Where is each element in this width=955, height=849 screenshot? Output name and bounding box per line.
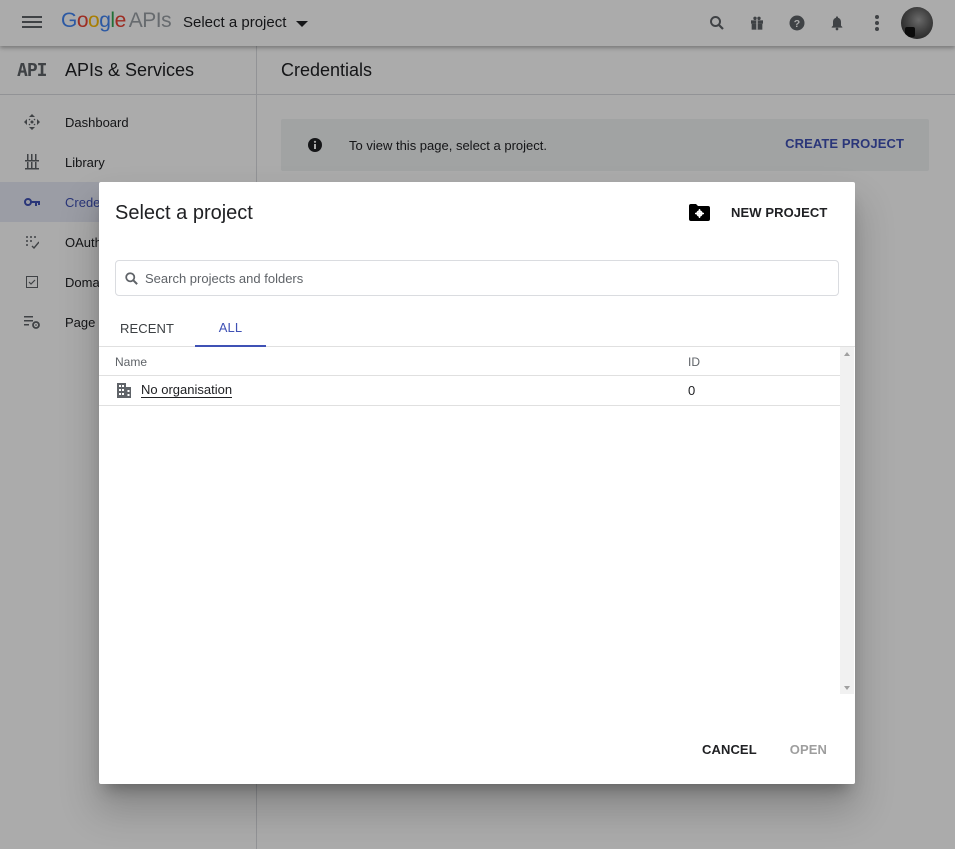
new-project-label: NEW PROJECT [731,205,828,220]
search-icon [125,271,138,285]
cancel-button[interactable]: CANCEL [702,742,757,757]
scroll-up-arrow-icon[interactable] [844,352,850,356]
projects-table: Name ID No organisation 0 [99,347,855,694]
new-folder-settings-icon [689,204,710,221]
search-field[interactable] [115,260,839,296]
tab-all[interactable]: ALL [195,309,266,347]
scroll-down-arrow-icon[interactable] [844,686,850,690]
column-header-name[interactable]: Name [115,355,147,369]
organization-icon [117,383,131,398]
new-project-button[interactable]: NEW PROJECT [689,204,827,221]
dialog-title: Select a project [115,202,253,224]
column-header-id[interactable]: ID [688,355,700,369]
tab-recent[interactable]: RECENT [115,309,179,347]
row-name-link[interactable]: No organisation [141,383,233,398]
dialog-actions: CANCEL OPEN [702,742,827,757]
scrollbar[interactable] [840,347,854,694]
open-button[interactable]: OPEN [790,742,827,757]
select-project-dialog: Select a project NEW PROJECT RECENT ALL … [99,182,855,784]
table-header: Name ID [99,347,840,376]
table-row[interactable]: No organisation 0 [99,376,840,406]
search-input[interactable] [145,270,805,286]
row-id: 0 [688,383,696,398]
dialog-tabs: RECENT ALL [99,309,855,347]
